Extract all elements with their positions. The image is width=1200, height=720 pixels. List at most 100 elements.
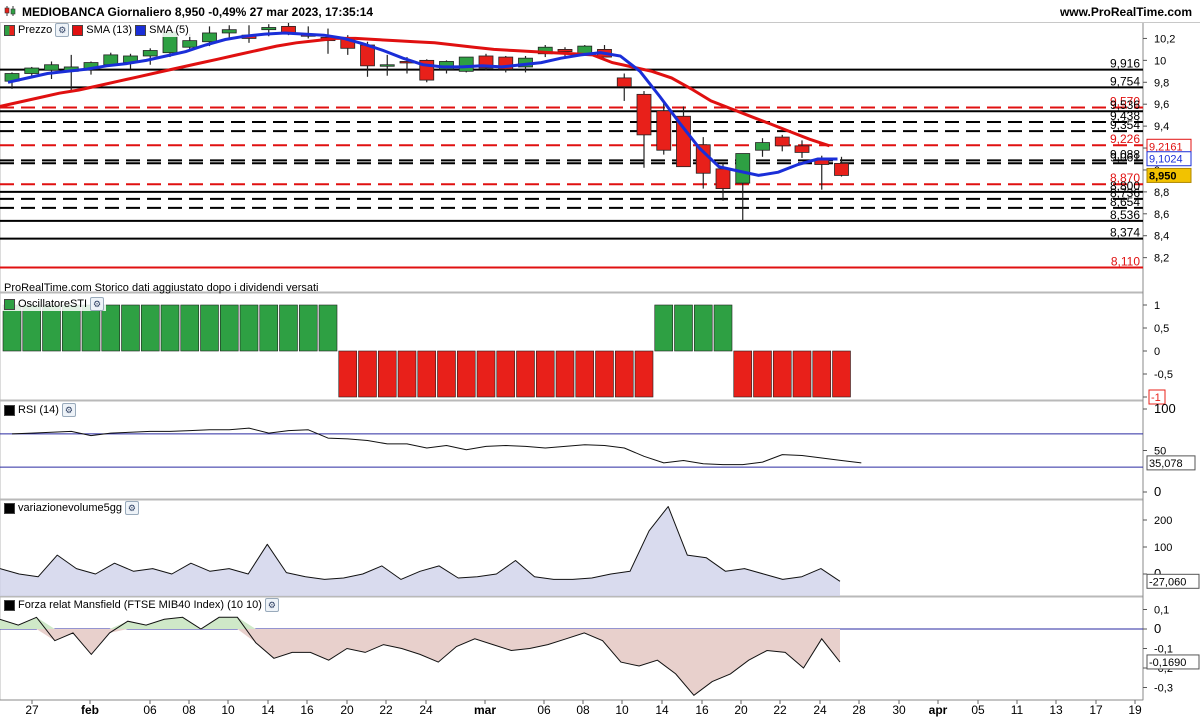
level-label: 9,916: [1110, 57, 1140, 71]
rsi-tick-label: 100: [1154, 401, 1176, 416]
rsi-swatch: [4, 404, 15, 416]
candle-body: [221, 29, 237, 34]
sti-bar: [121, 304, 140, 352]
candle-body: [458, 56, 474, 72]
sti-bar: [101, 304, 121, 352]
sti-bar: [476, 350, 496, 398]
x-tick-label: 08: [576, 703, 590, 717]
x-tick-label: 27: [25, 703, 39, 717]
x-tick-label: 14: [655, 703, 669, 717]
candle-body: [735, 153, 751, 184]
rsi-tick-label: 0: [1154, 484, 1161, 499]
x-tick-label: 13: [1049, 703, 1063, 717]
x-tick-label: 10: [615, 703, 629, 717]
sti-bar: [832, 350, 851, 398]
sti-title: OscillatoreSTI: [18, 298, 88, 310]
price-tick-label: 8,6: [1154, 209, 1169, 221]
sti-bar: [42, 304, 61, 352]
x-tick-label: 10: [221, 703, 235, 717]
candle-body: [182, 40, 198, 48]
x-tick-label: mar: [474, 703, 496, 717]
price-tick-label: 9,8: [1154, 77, 1169, 89]
candle-body: [794, 145, 810, 153]
candle-body: [715, 168, 731, 189]
rsi-last-value: 35,078: [1149, 458, 1183, 470]
x-tick-label: 14: [261, 703, 275, 717]
sti-legend: OscillatoreSTI ⚙: [2, 297, 107, 311]
site-link[interactable]: www.ProRealTime.com: [1060, 5, 1192, 19]
x-tick-label: 11: [1011, 703, 1024, 717]
sti-tick-label: 0,5: [1154, 323, 1169, 335]
sti-bar: [654, 304, 674, 352]
level-label: 9,061: [1110, 150, 1140, 164]
sti-bar: [792, 350, 812, 398]
price-legend: Prezzo ⚙ SMA (13) SMA (5): [2, 23, 191, 37]
level-label: 9,354: [1110, 118, 1140, 132]
sti-bar: [733, 350, 753, 398]
mansfield-tick-label: -0,3: [1154, 683, 1173, 695]
candle-body: [755, 142, 770, 151]
wrench-icon[interactable]: ⚙: [124, 501, 139, 515]
last-price-tag-text: 8,950: [1149, 170, 1177, 182]
wrench-icon[interactable]: ⚙: [55, 23, 70, 37]
wrench-icon[interactable]: ⚙: [264, 598, 279, 612]
x-tick-label: 06: [143, 703, 157, 717]
sti-bar: [22, 304, 42, 352]
panel-frame-2: [0, 400, 1144, 500]
sti-bar: [555, 350, 575, 398]
candle-body: [636, 93, 652, 136]
x-tick-label: 24: [419, 703, 433, 717]
level-label: 8,110: [1111, 255, 1140, 269]
sti-bar: [160, 304, 180, 352]
price-tick-label: 9,6: [1154, 99, 1169, 111]
level-label: 9,754: [1110, 74, 1140, 88]
level-label: 9,226: [1110, 132, 1140, 146]
sti-bar: [417, 350, 437, 398]
x-tick-label: 17: [1089, 703, 1103, 717]
sma5-label: SMA (5): [149, 24, 189, 36]
mansfield-swatch: [4, 599, 15, 611]
sti-bar: [338, 350, 358, 398]
x-tick-label: 05: [971, 703, 985, 717]
volume-tick-label: 100: [1154, 542, 1172, 554]
mansfield-tick-label: 0: [1154, 621, 1161, 636]
sti-bar: [437, 350, 456, 398]
sma13-swatch: [72, 24, 84, 36]
candle-body: [379, 64, 395, 67]
x-tick-label: 20: [340, 703, 354, 717]
mansfield-title: Forza relat Mansfield (FTSE MIB40 Index)…: [18, 599, 262, 611]
candle-body: [44, 64, 59, 71]
rsi-title: RSI (14): [18, 404, 59, 416]
sti-bar: [496, 350, 516, 398]
panel-frame-0: [0, 21, 1144, 293]
sti-bar: [298, 304, 318, 352]
wrench-icon[interactable]: ⚙: [61, 403, 76, 417]
mansfield-legend: Forza relat Mansfield (FTSE MIB40 Index)…: [2, 598, 281, 612]
x-tick-label: 06: [537, 703, 551, 717]
price-tick-label: 10: [1154, 55, 1166, 67]
candle-body: [103, 54, 119, 66]
sti-bar: [753, 350, 772, 398]
sma13-label: SMA (13): [86, 24, 133, 36]
volume-title: variazionevolume5gg: [18, 502, 122, 514]
sti-swatch: [4, 298, 15, 310]
candle-body: [142, 50, 158, 57]
price-tick-label: 8,8: [1154, 187, 1169, 199]
candle-body: [24, 67, 40, 74]
candle-body: [557, 49, 573, 52]
sti-bar: [180, 304, 200, 352]
price-tick-label: 10,2: [1154, 33, 1175, 45]
price-tick-label: 9,4: [1154, 121, 1169, 133]
x-tick-label: apr: [929, 703, 948, 717]
rsi-legend: RSI (14) ⚙: [2, 403, 78, 417]
x-tick-label: 16: [300, 703, 314, 717]
x-tick-label: 30: [892, 703, 906, 717]
sti-bar: [575, 350, 595, 398]
chart-canvas[interactable]: 10,2109,89,69,49,298,88,68,48,29,9169,75…: [0, 0, 1200, 720]
wrench-icon[interactable]: ⚙: [90, 297, 105, 311]
candle-body: [616, 77, 632, 88]
level-label: 8,374: [1110, 226, 1140, 240]
x-tick-label: 22: [379, 703, 393, 717]
sti-bar: [634, 350, 654, 398]
sti-tick-label: 0: [1154, 346, 1160, 358]
